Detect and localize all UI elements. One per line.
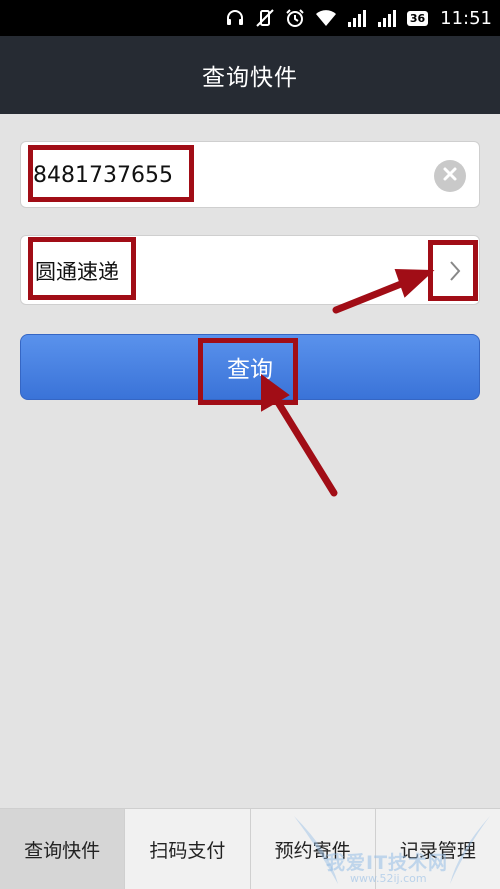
- clock-time: 11:51: [440, 7, 492, 29]
- courier-selector[interactable]: 圆通速递: [20, 235, 480, 305]
- clear-icon: [442, 166, 458, 186]
- chevron-right-icon[interactable]: [445, 256, 465, 286]
- tab-book-shipment[interactable]: 预约寄件: [251, 809, 376, 889]
- status-bar: 36 11:51: [0, 0, 500, 36]
- tab-label: 预约寄件: [274, 839, 351, 862]
- query-button[interactable]: 查询: [20, 334, 480, 400]
- tab-query-parcel[interactable]: 查询快件: [0, 809, 126, 889]
- tab-label: 查询快件: [24, 839, 101, 862]
- tracking-number-card: [20, 141, 480, 208]
- vibrate-off-icon: [255, 7, 275, 29]
- clear-input-button[interactable]: [434, 160, 466, 192]
- signal-icon: [347, 7, 367, 29]
- annotation-arrows: [261, 268, 435, 497]
- bottom-tab-bar: 查询快件 扫码支付 预约寄件 记录管理: [0, 808, 500, 889]
- alarm-icon: [285, 7, 305, 29]
- tracking-number-input[interactable]: [33, 154, 423, 196]
- tab-label: 扫码支付: [149, 839, 226, 862]
- tab-scan-pay[interactable]: 扫码支付: [125, 809, 251, 889]
- signal-icon: [377, 7, 397, 29]
- headphones-icon: [225, 7, 245, 29]
- query-button-label: 查询: [227, 357, 273, 383]
- wifi-icon: [315, 7, 337, 29]
- title-bar: 查询快件: [0, 36, 500, 114]
- tab-record-management[interactable]: 记录管理: [376, 809, 500, 889]
- tab-label: 记录管理: [399, 839, 476, 862]
- courier-label: 圆通速递: [35, 260, 119, 284]
- page-title: 查询快件: [202, 65, 298, 91]
- network-badge: 36: [406, 10, 429, 26]
